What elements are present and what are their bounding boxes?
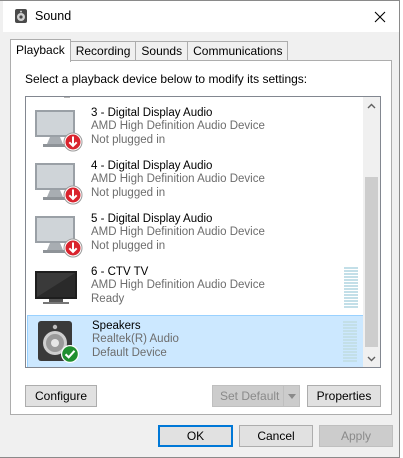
tab-sounds[interactable]: Sounds xyxy=(135,41,189,61)
tab-recording[interactable]: Recording xyxy=(69,41,137,61)
device-name: 5 - Digital Display Audio xyxy=(91,213,213,225)
tv-icon xyxy=(35,271,77,304)
tab-communications[interactable]: Communications xyxy=(187,41,289,61)
device-text: 6 - CTV TV AMD High Definition Audio Dev… xyxy=(91,266,265,306)
set-default-dropdown[interactable] xyxy=(283,386,299,406)
device-driver: AMD High Definition Audio Device xyxy=(91,173,265,186)
device-status: Not plugged in xyxy=(91,133,166,146)
volume-level-meter xyxy=(343,321,357,363)
speaker-app-icon xyxy=(15,9,27,23)
apply-button[interactable]: Apply xyxy=(319,425,393,447)
scroll-down-button[interactable] xyxy=(363,350,380,367)
volume-level-meter xyxy=(344,267,358,309)
device-item[interactable]: 6 - CTV TV AMD High Definition Audio Dev… xyxy=(27,262,364,315)
device-list[interactable]: 3 - Digital Display Audio AMD High Defin… xyxy=(25,96,381,368)
device-text: 4 - Digital Display Audio AMD High Defin… xyxy=(91,160,265,200)
device-driver: AMD High Definition Audio Device xyxy=(91,279,265,292)
device-text: Speakers Realtek(R) Audio Default Device xyxy=(92,320,179,360)
tab-strip: Playback Recording Sounds Communications xyxy=(10,39,289,62)
scrollbar-thumb[interactable] xyxy=(365,177,378,347)
vertical-scrollbar[interactable] xyxy=(363,97,380,367)
device-status: Not plugged in xyxy=(91,239,166,252)
device-driver: AMD High Definition Audio Device xyxy=(91,226,265,239)
device-name: Speakers xyxy=(92,320,141,332)
device-name: 4 - Digital Display Audio xyxy=(91,160,213,172)
close-icon xyxy=(374,11,386,22)
device-driver: Realtek(R) Audio xyxy=(92,333,179,346)
device-item[interactable]: 3 - Digital Display Audio AMD High Defin… xyxy=(27,103,364,156)
device-status: Not plugged in xyxy=(91,186,166,199)
down-arrow-badge-icon xyxy=(63,185,83,205)
device-item[interactable]: 4 - Digital Display Audio AMD High Defin… xyxy=(27,156,364,209)
configure-button[interactable]: Configure xyxy=(25,385,97,407)
device-text: 3 - Digital Display Audio AMD High Defin… xyxy=(91,107,265,147)
chevron-down-icon xyxy=(287,393,296,399)
device-name: 6 - CTV TV xyxy=(91,266,149,278)
title-bar: Sound xyxy=(3,1,399,32)
device-driver: AMD High Definition Audio Device xyxy=(91,120,265,133)
device-name: 3 - Digital Display Audio xyxy=(91,107,213,119)
cancel-button[interactable]: Cancel xyxy=(239,425,313,447)
tab-playback[interactable]: Playback xyxy=(10,39,71,62)
hidden-device-icon xyxy=(64,97,70,98)
chevron-down-icon xyxy=(367,356,376,361)
down-arrow-badge-icon xyxy=(63,132,83,152)
set-default-label: Set Default xyxy=(220,389,280,403)
sound-dialog: Sound Playback Recording Sounds Communic… xyxy=(0,0,400,458)
scroll-up-button[interactable] xyxy=(363,97,380,114)
checkmark-badge-icon xyxy=(61,345,79,363)
device-text: 5 - Digital Display Audio AMD High Defin… xyxy=(91,213,265,253)
device-status: Ready xyxy=(91,292,125,305)
properties-button[interactable]: Properties xyxy=(307,385,381,407)
window-title: Sound xyxy=(35,9,72,23)
chevron-up-icon xyxy=(367,103,376,108)
set-default-button[interactable]: Set Default xyxy=(212,385,300,407)
device-status: Default Device xyxy=(92,346,167,359)
close-button[interactable] xyxy=(365,1,395,32)
instruction-text: Select a playback device below to modify… xyxy=(25,72,308,86)
device-item-selected[interactable]: Speakers Realtek(R) Audio Default Device xyxy=(27,315,364,367)
down-arrow-badge-icon xyxy=(63,238,83,258)
playback-panel: Select a playback device below to modify… xyxy=(10,60,392,415)
device-item[interactable]: 5 - Digital Display Audio AMD High Defin… xyxy=(27,209,364,262)
ok-button[interactable]: OK xyxy=(158,425,233,447)
